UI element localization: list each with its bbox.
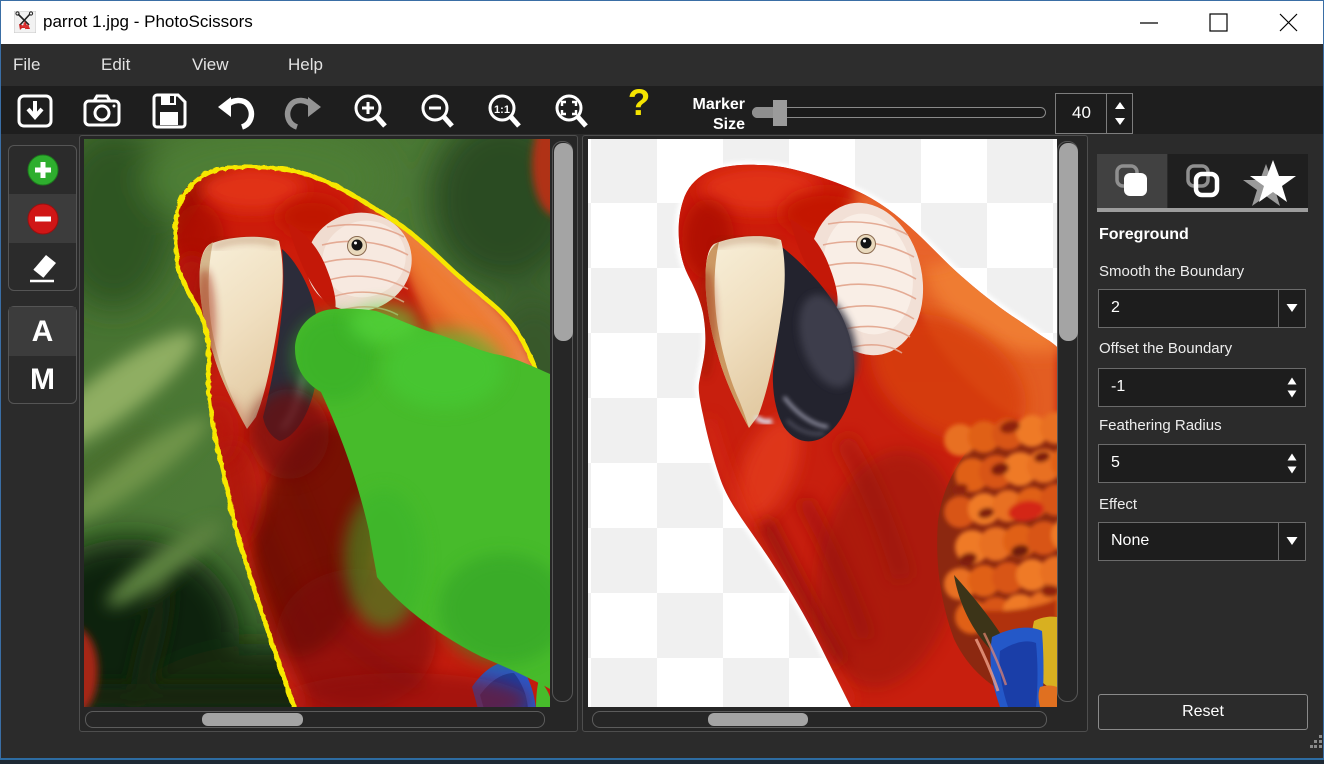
svg-text:1:1: 1:1 (494, 104, 510, 116)
